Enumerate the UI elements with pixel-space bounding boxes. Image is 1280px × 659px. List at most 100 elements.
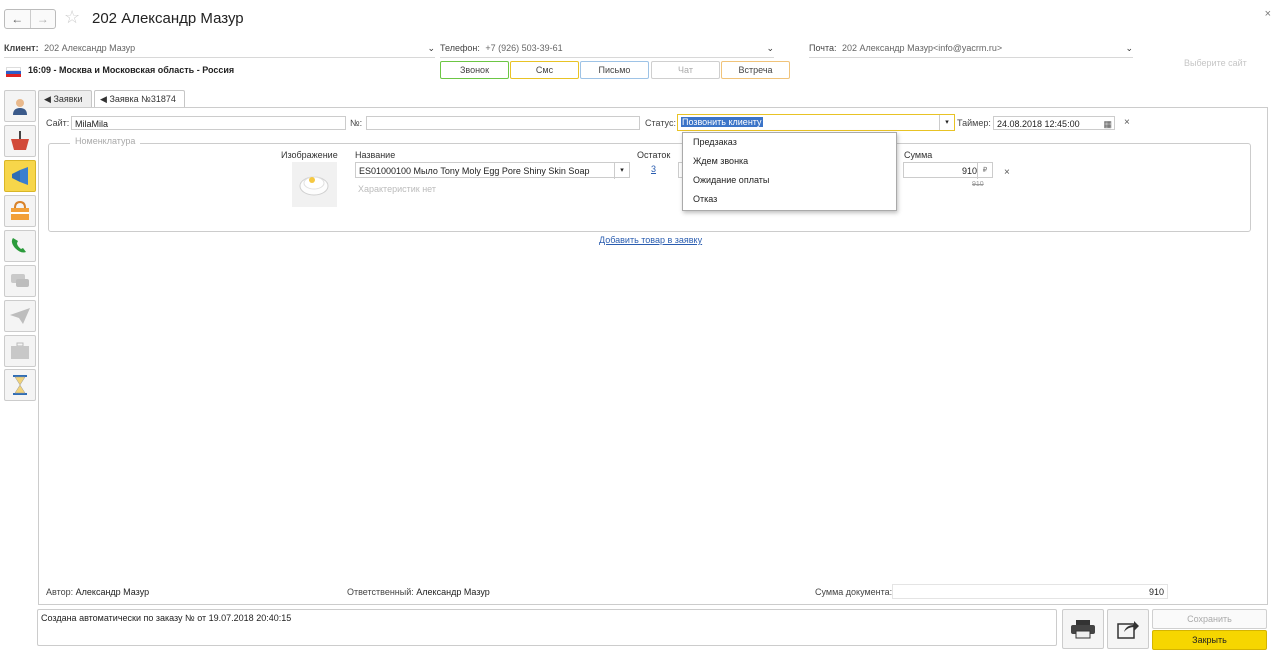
print-button[interactable] [1062,609,1104,649]
remove-item-button[interactable]: × [1004,167,1010,178]
stock-link[interactable]: 3 [651,164,656,174]
sidebar-hourglass-button[interactable] [4,369,36,401]
email-value: 202 Александр Мазур<info@yacrm.ru> [842,43,1003,53]
status-select[interactable]: Позвонить клиенту ▾ [677,114,955,131]
sidebar-megaphone-button[interactable] [4,160,36,192]
tab-request-31874[interactable]: ◀ Заявка №31874 [94,90,185,108]
column-sum: Сумма [904,150,933,160]
tab-requests[interactable]: ◀ Заявки [38,90,92,107]
close-button[interactable]: Закрыть [1152,630,1267,650]
currency-icon: ₽ [977,163,992,179]
dropdown-arrow-icon[interactable]: ▾ [939,115,954,130]
page-title: 202 Александр Мазур [92,10,244,27]
sidebar-user-button[interactable] [4,90,36,122]
column-name: Название [355,150,396,160]
client-label: Клиент: [4,43,39,53]
sum-input[interactable]: 910 ₽ [903,162,993,179]
client-field[interactable]: Клиент: 202 Александр Мазур ⌄ [4,43,435,58]
sum-value: 910 [961,166,977,176]
number-input[interactable] [366,116,640,130]
email-field[interactable]: Почта: 202 Александр Мазур<info@yacrm.ru… [809,43,1133,58]
save-button[interactable]: Сохранить [1152,609,1267,629]
share-arrow-icon [1117,621,1139,639]
briefcase-icon [9,341,31,361]
dropdown-arrow-icon[interactable]: ▾ [614,163,629,179]
sidebar-bag-button[interactable] [4,195,36,227]
phone-field[interactable]: Телефон: +7 (926) 503-39-61 ⌄ [440,43,774,58]
tab-label: Заявки [53,94,83,104]
bag-icon [9,201,31,221]
chat-icon [9,271,31,291]
column-stock: Остаток [637,150,671,160]
nomenclature-legend: Номенклатура [70,136,141,146]
megaphone-icon [9,166,31,186]
site-label: Сайт: [46,118,70,128]
phone-icon [9,236,31,256]
sidebar-basket-button[interactable] [4,125,36,157]
email-label: Почта: [809,43,837,53]
product-name: ES01000100 Мыло Tony Moly Egg Pore Shiny… [359,166,590,176]
email-button[interactable]: Письмо [580,61,649,79]
site-select[interactable]: Выберите сайт [1184,58,1247,68]
column-image: Изображение [281,150,338,160]
author-info: Автор: Александр Мазур [46,587,149,597]
number-label: №: [350,118,363,128]
total-value: 910 [892,584,1168,599]
back-button[interactable]: ← [5,10,30,28]
timer-label: Таймер: [957,118,991,128]
calendar-icon[interactable]: ▦ [1103,117,1112,131]
status-dropdown-list: Предзаказ Ждем звонка Ожидание оплаты От… [682,132,897,211]
close-window-button[interactable]: × [1265,8,1271,20]
favorite-star-icon[interactable]: ☆ [64,7,80,28]
chevron-down-icon[interactable]: ⌄ [427,43,435,54]
responsible-info: Ответственный: Александр Мазур [347,587,490,597]
phone-label: Телефон: [440,43,480,53]
author-label: Автор: [46,587,74,597]
clear-timer-button[interactable]: × [1124,117,1130,128]
tab-label: Заявка №31874 [109,94,176,104]
sidebar-paper-plane-button[interactable] [4,300,36,332]
status-option[interactable]: Ожидание оплаты [683,171,896,190]
add-product-link[interactable]: Добавить товар в заявку [599,235,702,245]
responsible-label: Ответственный: [347,587,414,597]
chevron-down-icon[interactable]: ⌄ [1125,43,1133,54]
megaphone-icon: ◀ [100,94,107,104]
status-label: Статус: [645,118,676,128]
client-value: 202 Александр Мазур [44,43,136,53]
product-image [292,162,337,207]
paper-plane-icon [9,306,31,326]
status-value: Позвонить клиенту [681,117,763,127]
phone-value: +7 (926) 503-39-61 [485,43,563,53]
forward-button[interactable]: → [29,10,56,28]
chat-button[interactable]: Чат [651,61,720,79]
responsible-value: Александр Мазур [416,587,490,597]
sidebar-phone-button[interactable] [4,230,36,262]
sidebar-briefcase-button[interactable] [4,335,36,367]
status-option[interactable]: Отказ [683,190,896,209]
meeting-button[interactable]: Встреча [721,61,790,79]
sidebar-chat-button[interactable] [4,265,36,297]
timer-input[interactable]: 24.08.2018 12:45:00 ▦ [993,116,1115,130]
history-nav: ← → [4,9,56,29]
sum-old: 910 [972,181,984,188]
russia-flag-icon [6,67,21,77]
total-label: Сумма документа: [815,587,893,597]
hourglass-icon [10,374,30,396]
status-option[interactable]: Предзаказ [683,133,896,152]
printer-icon [1071,620,1095,639]
product-name-select[interactable]: ES01000100 Мыло Tony Moly Egg Pore Shiny… [355,162,630,179]
author-value: Александр Мазур [75,587,150,597]
client-location: 16:09 - Москва и Московская область - Ро… [28,65,235,75]
sms-button[interactable]: Смс [510,61,579,79]
site-input[interactable]: MilaMila [71,116,346,130]
basket-icon [9,131,31,151]
user-icon [10,96,30,116]
timer-value: 24.08.2018 12:45:00 [997,119,1080,129]
megaphone-icon: ◀ [44,94,51,104]
comment-field[interactable]: Создана автоматически по заказу № от 19.… [37,609,1057,646]
status-option[interactable]: Ждем звонка [683,152,896,171]
chevron-down-icon[interactable]: ⌄ [766,43,774,54]
characteristics-text: Характеристик нет [358,184,437,194]
share-button[interactable] [1107,609,1149,649]
call-button[interactable]: Звонок [440,61,509,79]
